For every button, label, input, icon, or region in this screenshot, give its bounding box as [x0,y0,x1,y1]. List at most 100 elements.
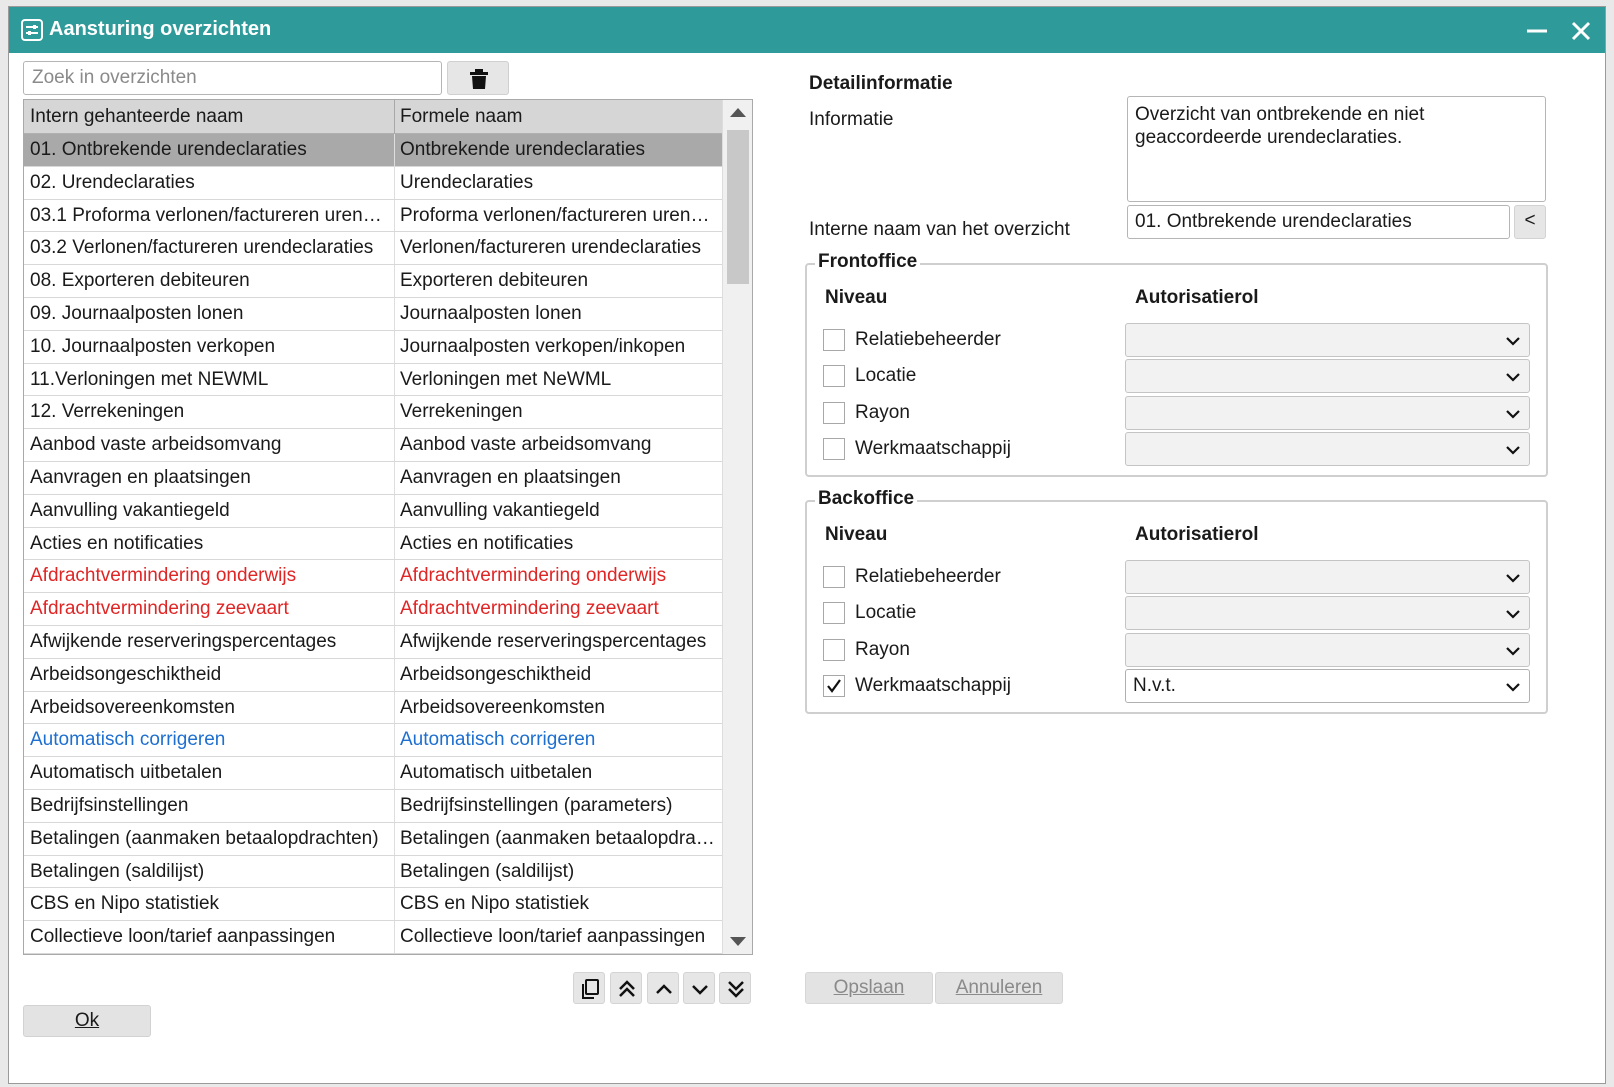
cell-formal-name: Acties en notificaties [400,532,574,554]
cell-intern-name: Collectieve loon/tarief aanpassingen [30,926,336,948]
table-row[interactable]: CBS en Nipo statistiek CBS en Nipo statis… [24,888,722,922]
backoffice-level-label: Locatie [855,602,917,623]
cell-intern-name: Bedrijfsinstellingen [30,794,189,816]
cell-intern-name: 10. Journaalposten verkopen [30,335,276,357]
chevron-down-icon [1506,610,1520,619]
title-bar: Aansturing overzichten [9,7,1605,53]
frontoffice-role-select[interactable] [1125,432,1530,466]
move-to-bottom-button[interactable] [719,972,751,1004]
table-row[interactable]: Aanvragen en plaatsingen Aanvragen en pla… [24,461,722,495]
chevron-down-icon [1506,446,1520,455]
backoffice-legend: Backoffice [815,488,918,510]
minimize-icon[interactable] [1523,17,1551,45]
cell-intern-name: 11.Verloningen met NEWML [30,368,269,390]
move-to-top-button[interactable] [610,972,642,1004]
table-row[interactable]: 10. Journaalposten verkopen Journaalposte… [24,330,722,364]
frontoffice-checkbox[interactable] [823,329,845,351]
cell-formal-name: Aanvragen en plaatsingen [400,466,621,488]
cell-formal-name: Verlonen/factureren urendeclaraties [400,237,702,259]
backoffice-role-value: N.v.t. [1133,675,1176,696]
table-row[interactable]: 03.1 Proforma verlonen/factureren urende… [24,199,722,233]
table-row[interactable]: Betalingen (aanmaken betaalopdrachten) Be… [24,822,722,856]
trash-icon [470,69,488,89]
backoffice-niveau-header: Niveau [825,524,888,545]
search-input[interactable] [23,61,442,95]
table-row[interactable]: Arbeidsongeschiktheid Arbeidsongeschikthe… [24,658,722,692]
chevron-down-icon [1506,683,1520,692]
cell-intern-name: 03.1 Proforma verlonen/factureren urende… [30,204,390,226]
frontoffice-group: Frontoffice Niveau Autorisatierol Relati… [805,251,1548,477]
cell-formal-name: Automatisch uitbetalen [400,762,593,784]
column-header-formeel[interactable]: Formele naam [400,106,523,128]
scroll-up-icon[interactable] [730,108,746,117]
delete-button[interactable] [447,61,509,95]
frontoffice-role-select[interactable] [1125,323,1530,357]
table-row[interactable]: Bedrijfsinstellingen Bedrijfsinstellingen… [24,789,722,823]
cell-intern-name: Aanvragen en plaatsingen [30,466,251,488]
frontoffice-checkbox[interactable] [823,365,845,387]
backoffice-checkbox[interactable] [823,639,845,661]
table-row[interactable]: 08. Exporteren debiteuren Exporteren debi… [24,265,722,298]
chevron-down-icon [1506,410,1520,419]
backoffice-level-label: Relatiebeheerder [855,566,1001,587]
table-row[interactable]: Afdrachtvermindering zeevaart Afdrachtver… [24,593,722,626]
table-row[interactable]: 01. Ontbrekende urendeclaraties Ontbreken… [24,134,722,167]
table-row[interactable]: Aanbod vaste arbeidsomvang Aanbod vaste a… [24,429,722,462]
table-row[interactable]: Collectieve loon/tarief aanpassingen Coll… [24,921,722,954]
frontoffice-checkbox[interactable] [823,438,845,460]
move-down-button[interactable] [683,972,715,1004]
copy-name-button[interactable]: < [1514,205,1546,239]
internal-name-label: Interne naam van het overzicht [809,219,1070,240]
table-row[interactable]: Arbeidsovereenkomsten Arbeidsovereenkomst… [24,691,722,725]
table-row[interactable]: Afwijkende reserveringspercentages Afwijk… [24,625,722,659]
move-up-button[interactable] [647,972,679,1004]
backoffice-role-select[interactable]: N.v.t. [1125,669,1530,703]
table-row[interactable]: 12. Verrekeningen Verrekeningen [24,396,722,430]
table-row[interactable]: Afdrachtvermindering onderwijs Afdrachtve… [24,560,722,594]
table-row[interactable]: 03.2 Verlonen/factureren urendeclaraties… [24,232,722,266]
table-row[interactable]: 02. Urendeclaraties Urendeclaraties [24,166,722,200]
checkmark-icon [827,679,841,693]
cell-formal-name: Aanvulling vakantiegeld [400,499,600,521]
table-row[interactable]: Aanvulling vakantiegeld Aanvulling vakant… [24,494,722,528]
cell-formal-name: Betalingen (saldilijst) [400,860,575,882]
backoffice-checkbox[interactable] [823,602,845,624]
backoffice-checkbox[interactable] [823,675,845,697]
overview-table: Intern gehanteerde naam Formele naam 01.… [23,99,753,955]
cancel-button[interactable]: Annuleren [935,972,1063,1004]
cell-formal-name: CBS en Nipo statistiek [400,893,590,915]
table-row[interactable]: Automatisch uitbetalen Automatisch uitbet… [24,757,722,790]
cell-intern-name: 09. Journaalposten lonen [30,302,244,324]
backoffice-role-select[interactable] [1125,596,1530,630]
close-icon[interactable] [1567,17,1595,45]
save-button[interactable]: Opslaan [805,972,933,1004]
copy-button[interactable] [573,972,605,1004]
backoffice-role-select[interactable] [1125,633,1530,667]
column-header-intern[interactable]: Intern gehanteerde naam [30,106,243,128]
dialog-window: Aansturing overzichten Intern gehanteerd… [8,6,1606,1084]
table-row[interactable]: 09. Journaalposten lonen Journaalposten l… [24,297,722,331]
frontoffice-checkbox[interactable] [823,402,845,424]
cell-formal-name: Journaalposten lonen [400,302,582,324]
frontoffice-role-select[interactable] [1125,359,1530,393]
table-row[interactable]: Acties en notificaties Acties en notifica… [24,527,722,561]
cell-formal-name: Aanbod vaste arbeidsomvang [400,434,652,456]
scroll-thumb[interactable] [727,130,749,284]
table-row[interactable]: Betalingen (saldilijst) Betalingen (saldi… [24,855,722,889]
frontoffice-level-label: Relatiebeheerder [855,329,1001,350]
backoffice-checkbox[interactable] [823,566,845,588]
backoffice-row: Rayon [807,633,1546,667]
frontoffice-role-select[interactable] [1125,396,1530,430]
info-textarea[interactable]: Overzicht van ontbrekende en niet geacco… [1127,96,1546,202]
ok-button[interactable]: Ok [23,1005,151,1037]
internal-name-field[interactable]: 01. Ontbrekende urendeclaraties [1127,205,1510,239]
table-row[interactable]: 11.Verloningen met NEWML Verloningen met … [24,363,722,397]
backoffice-role-select[interactable] [1125,560,1530,594]
table-row[interactable]: Automatisch corrigeren Automatisch corrig… [24,724,722,758]
vertical-scrollbar[interactable] [722,100,752,954]
cell-intern-name: Arbeidsongeschiktheid [30,663,222,685]
info-label: Informatie [809,109,894,130]
backoffice-group: Backoffice Niveau Autorisatierol Relatie… [805,488,1548,714]
scroll-down-icon[interactable] [730,937,746,946]
chevron-down-icon [1506,373,1520,382]
